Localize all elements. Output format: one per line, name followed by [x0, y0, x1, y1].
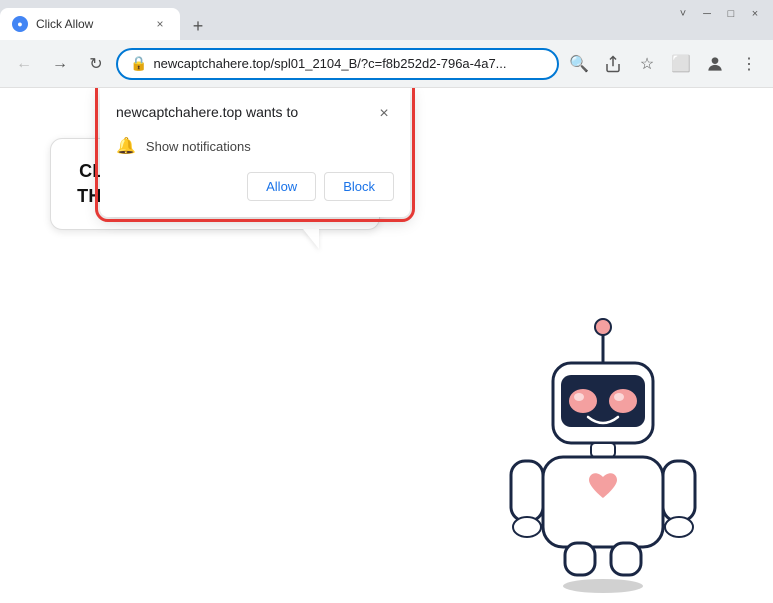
close-window-button[interactable]: × [745, 4, 765, 24]
window-controls: ˅ ─ □ × [673, 4, 765, 24]
bell-icon: 🔔 [116, 136, 136, 156]
extensions-icon[interactable]: ⬜ [665, 48, 697, 80]
maximize-button[interactable]: □ [721, 4, 741, 24]
forward-button[interactable]: → [44, 48, 76, 80]
minimize-button[interactable]: ─ [697, 4, 717, 24]
tab-bar: ● Click Allow × + ˅ ─ □ × [0, 0, 773, 40]
toolbar: ← → ↻ 🔒 newcaptchahere.top/spl01_2104_B/… [0, 40, 773, 88]
tab-title: Click Allow [36, 17, 144, 31]
robot-shadow [563, 579, 643, 593]
more-options-icon[interactable]: ⋮ [733, 48, 765, 80]
notification-permission-popup: newcaptchahere.top wants to × 🔔 Show not… [100, 88, 410, 217]
search-icon-button[interactable]: 🔍 [563, 48, 595, 80]
tab-close-button[interactable]: × [152, 16, 168, 32]
reload-button[interactable]: ↻ [80, 48, 112, 80]
popup-header: newcaptchahere.top wants to × [116, 104, 394, 124]
permission-label: Show notifications [146, 139, 251, 154]
back-button[interactable]: ← [8, 48, 40, 80]
chevron-down-icon[interactable]: ˅ [673, 4, 693, 24]
browser-window: ● Click Allow × + ˅ ─ □ × ← → ↻ 🔒 newcap… [0, 0, 773, 603]
robot-character [493, 313, 713, 593]
page-content: newcaptchahere.top wants to × 🔔 Show not… [0, 88, 773, 603]
permission-row: 🔔 Show notifications [116, 136, 394, 156]
bookmark-star-icon[interactable]: ☆ [631, 48, 663, 80]
popup-close-button[interactable]: × [374, 104, 394, 124]
new-tab-button[interactable]: + [184, 12, 212, 40]
popup-buttons: Allow Block [116, 172, 394, 201]
url-text: newcaptchahere.top/spl01_2104_B/?c=f8b25… [153, 56, 545, 71]
profile-icon[interactable] [699, 48, 731, 80]
share-icon-button[interactable] [597, 48, 629, 80]
active-tab[interactable]: ● Click Allow × [0, 8, 180, 40]
address-bar[interactable]: 🔒 newcaptchahere.top/spl01_2104_B/?c=f8b… [116, 48, 559, 80]
lock-icon: 🔒 [130, 55, 147, 72]
popup-site-text: newcaptchahere.top wants to [116, 104, 374, 120]
toolbar-actions: 🔍 ☆ ⬜ ⋮ [563, 48, 765, 80]
block-button[interactable]: Block [324, 172, 394, 201]
allow-button[interactable]: Allow [247, 172, 316, 201]
tab-favicon: ● [12, 16, 28, 32]
